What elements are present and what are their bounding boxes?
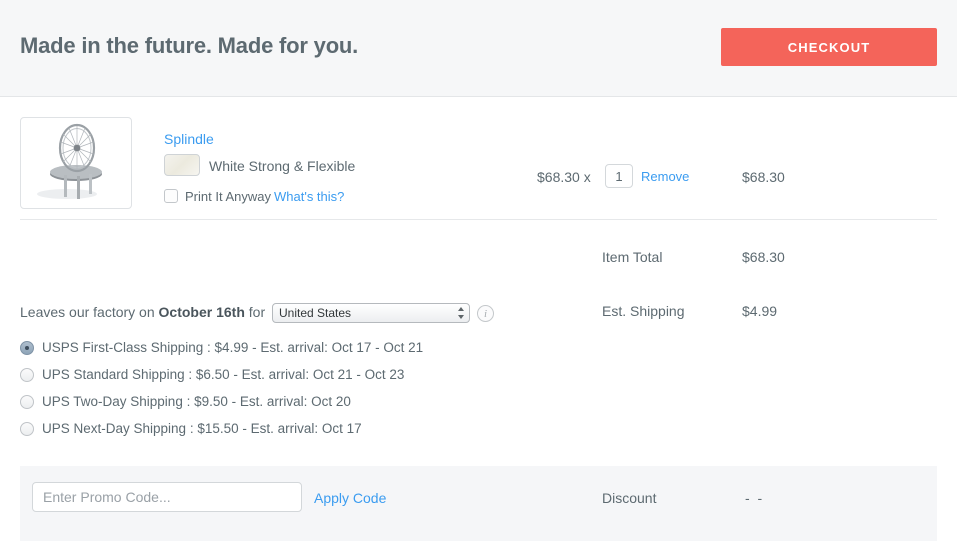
- country-select[interactable]: United States: [272, 303, 470, 323]
- material-swatch[interactable]: [164, 154, 200, 176]
- print-it-anyway-label: Print It Anyway: [185, 189, 271, 204]
- radio-icon[interactable]: [20, 340, 34, 355]
- shopping-cart-page: Made in the future. Made for you. CHECKO…: [0, 0, 957, 541]
- shipping-option-label: UPS Standard Shipping : $6.50 - Est. arr…: [42, 367, 405, 382]
- est-shipping-label: Est. Shipping: [602, 303, 685, 319]
- radio-icon[interactable]: [20, 394, 34, 409]
- material-label: White Strong & Flexible: [209, 158, 356, 174]
- info-icon[interactable]: i: [477, 305, 494, 322]
- quantity-input[interactable]: [605, 164, 633, 188]
- checkout-button[interactable]: CHECKOUT: [721, 28, 937, 66]
- page-title: Made in the future. Made for you.: [20, 33, 359, 58]
- radio-icon[interactable]: [20, 421, 34, 436]
- item-total-label: Item Total: [602, 249, 663, 265]
- shipping-option-usps-first-class[interactable]: USPS First-Class Shipping : $4.99 - Est.…: [20, 334, 580, 361]
- shipping-option-ups-two-day[interactable]: UPS Two-Day Shipping : $9.50 - Est. arri…: [20, 388, 580, 415]
- remove-item-link[interactable]: Remove: [641, 169, 689, 184]
- page-header: Made in the future. Made for you. CHECKO…: [0, 0, 957, 97]
- shipping-option-ups-standard[interactable]: UPS Standard Shipping : $6.50 - Est. arr…: [20, 361, 580, 388]
- product-name-link[interactable]: Splindle: [164, 131, 214, 147]
- product-thumbnail[interactable]: [20, 117, 132, 209]
- shipping-option-label: UPS Two-Day Shipping : $9.50 - Est. arri…: [42, 394, 351, 409]
- item-total-value: $68.30: [742, 249, 785, 265]
- promo-code-input[interactable]: [32, 482, 302, 512]
- unit-price: $68.30 x: [537, 169, 591, 185]
- apply-code-link[interactable]: Apply Code: [314, 490, 386, 506]
- discount-label: Discount: [602, 490, 657, 506]
- cart-divider: [20, 219, 937, 220]
- shipping-options-list: USPS First-Class Shipping : $4.99 - Est.…: [20, 334, 580, 442]
- factory-dispatch-text: Leaves our factory on October 16th for: [20, 304, 265, 320]
- whats-this-link[interactable]: What's this?: [274, 189, 344, 204]
- print-it-anyway-checkbox[interactable]: [164, 189, 178, 203]
- factory-suffix: for: [244, 304, 266, 320]
- factory-date: October 16th: [158, 304, 245, 320]
- shipping-option-label: UPS Next-Day Shipping : $15.50 - Est. ar…: [42, 421, 362, 436]
- shipping-option-label: USPS First-Class Shipping : $4.99 - Est.…: [42, 340, 424, 355]
- factory-prefix: Leaves our factory on: [20, 304, 159, 320]
- shipping-option-ups-next-day[interactable]: UPS Next-Day Shipping : $15.50 - Est. ar…: [20, 415, 580, 442]
- splindle-product-icon: [37, 123, 102, 199]
- line-item-total: $68.30: [742, 169, 785, 185]
- radio-icon[interactable]: [20, 367, 34, 382]
- discount-value: - -: [745, 490, 765, 506]
- est-shipping-value: $4.99: [742, 303, 778, 319]
